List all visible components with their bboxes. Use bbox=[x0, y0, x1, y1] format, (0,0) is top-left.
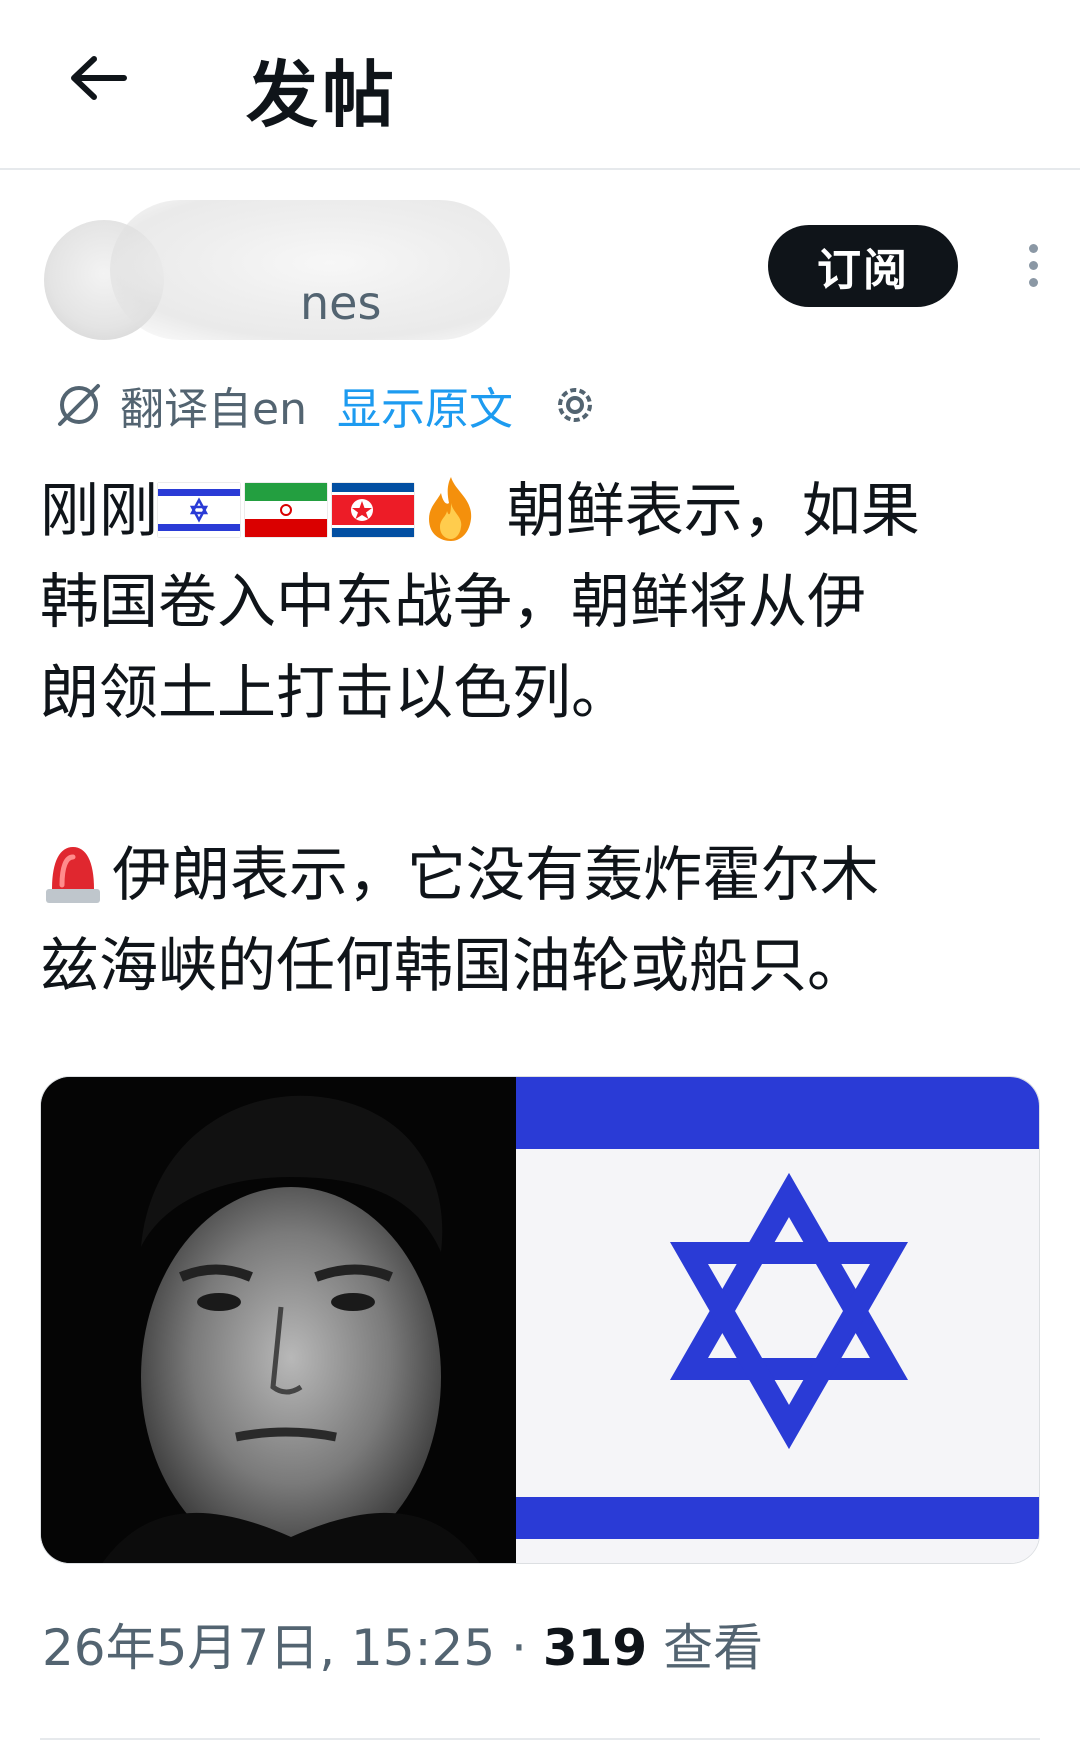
post-line: 韩国卷入中东战争，朝鲜将从伊 bbox=[40, 567, 867, 636]
post-text-segment: 朝鲜表示，如果 bbox=[488, 476, 920, 545]
more-dot-icon bbox=[1028, 243, 1038, 253]
portrait-photo[interactable] bbox=[41, 1077, 516, 1563]
show-original-link[interactable]: 显示原文 bbox=[337, 373, 513, 437]
iran-flag-icon bbox=[245, 483, 328, 537]
more-dot-icon bbox=[1028, 277, 1038, 287]
post-line: 朗领土上打击以色列。 bbox=[40, 658, 631, 727]
subscribe-button[interactable]: 订阅 bbox=[768, 225, 958, 307]
meta-separator: · bbox=[495, 1619, 543, 1677]
post-line: 刚刚 朝鲜表示，如果 bbox=[40, 465, 1050, 556]
back-button[interactable] bbox=[58, 38, 138, 118]
views-label: 查看 bbox=[647, 1619, 764, 1677]
page-title: 发帖 bbox=[246, 53, 399, 137]
post-timestamp[interactable]: 26年5月7日, 15:25 bbox=[42, 1619, 495, 1677]
translated-from-label: 翻译自en bbox=[120, 384, 307, 435]
post-text-segment: 刚刚 bbox=[40, 476, 159, 545]
north-korea-flag-icon bbox=[332, 483, 415, 537]
israel-flag-illustration bbox=[516, 1077, 1039, 1563]
arrow-left-icon bbox=[71, 56, 127, 100]
translate-icon bbox=[58, 384, 100, 426]
post-line: 伊朗表示，它没有轰炸霍尔木 bbox=[40, 829, 1050, 920]
divider bbox=[40, 1738, 1040, 1740]
top-app-bar: 发帖 bbox=[0, 0, 1080, 170]
siren-emoji-icon bbox=[46, 847, 100, 903]
translation-bar: 翻译自en 显示原文 bbox=[54, 370, 601, 440]
post-media[interactable] bbox=[40, 1076, 1040, 1564]
fire-emoji-icon bbox=[429, 477, 472, 541]
israel-flag-icon bbox=[158, 483, 241, 537]
gear-icon[interactable] bbox=[549, 379, 601, 431]
more-dot-icon bbox=[1028, 260, 1038, 270]
israel-flag-image[interactable] bbox=[516, 1077, 1039, 1563]
post-meta: 26年5月7日, 15:25 · 319 查看 bbox=[42, 1608, 763, 1680]
more-options-button[interactable] bbox=[1015, 230, 1051, 300]
post-line: 兹海峡的任何韩国油轮或船只。 bbox=[40, 931, 867, 1000]
post-body: 刚刚 朝鲜表示，如果 韩国卷入中东战争，朝鲜将从伊 朗领土上打击以色列。 伊朗表… bbox=[40, 465, 1050, 1011]
view-count: 319 bbox=[542, 1619, 648, 1677]
portrait-illustration bbox=[41, 1077, 516, 1563]
author-handle[interactable]: nes bbox=[300, 276, 381, 330]
author-row: nes 订阅 bbox=[40, 190, 1040, 370]
paragraph-break bbox=[40, 738, 1050, 829]
post-text-segment: 伊朗表示，它没有轰炸霍尔木 bbox=[112, 840, 880, 909]
